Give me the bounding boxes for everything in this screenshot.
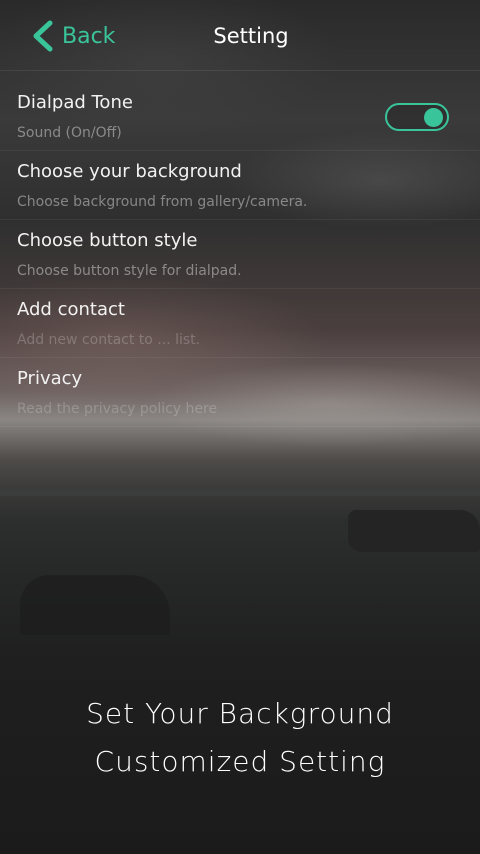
- setting-button-style[interactable]: Choose button style Choose button style …: [0, 220, 480, 289]
- promo-line-1: Set Your Background: [86, 697, 394, 730]
- setting-title: Choose your background: [17, 161, 242, 182]
- settings-screen: Back Setting Dialpad Tone Sound (On/Off)…: [0, 0, 480, 854]
- background-horizon: [0, 490, 480, 496]
- background-rock: [348, 510, 480, 552]
- setting-subtitle: Sound (On/Off): [17, 125, 122, 141]
- setting-title: Dialpad Tone: [17, 92, 133, 113]
- toggle-knob: [424, 108, 443, 127]
- setting-subtitle: Add new contact to ... list.: [17, 332, 201, 348]
- setting-add-contact[interactable]: Add contact Add new contact to ... list.: [0, 289, 480, 358]
- setting-title: Add contact: [17, 299, 125, 320]
- setting-choose-background[interactable]: Choose your background Choose background…: [0, 151, 480, 220]
- page-title: Setting: [213, 24, 289, 48]
- promo-line-2: Customized Setting: [94, 745, 386, 778]
- setting-subtitle: Read the privacy policy here: [17, 401, 218, 417]
- settings-list: Dialpad Tone Sound (On/Off) Choose your …: [0, 82, 480, 427]
- setting-subtitle: Choose background from gallery/camera.: [17, 194, 308, 210]
- setting-subtitle: Choose button style for dialpad.: [17, 263, 242, 279]
- promo-caption: Set Your Background Customized Setting: [0, 690, 480, 786]
- setting-dialpad-tone[interactable]: Dialpad Tone Sound (On/Off): [0, 82, 480, 151]
- background-rock-shadow: [20, 575, 170, 635]
- setting-privacy[interactable]: Privacy Read the privacy policy here: [0, 358, 480, 427]
- setting-title: Privacy: [17, 368, 83, 389]
- setting-title: Choose button style: [17, 230, 198, 251]
- dialpad-tone-toggle[interactable]: [385, 103, 449, 131]
- app-header: Back Setting: [0, 0, 480, 71]
